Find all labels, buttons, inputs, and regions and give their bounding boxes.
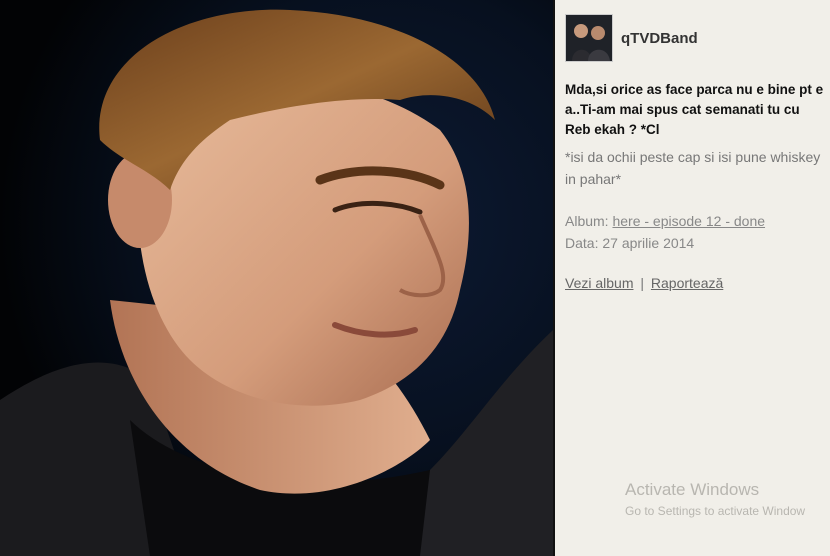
date-row: Data: 27 aprilie 2014 xyxy=(565,232,830,254)
date-value: 27 aprilie 2014 xyxy=(602,235,695,251)
post-photo[interactable] xyxy=(0,0,553,556)
album-row: Album: here - episode 12 - done xyxy=(565,210,830,232)
avatar-image xyxy=(566,15,612,61)
album-label: Album: xyxy=(565,213,609,229)
avatar[interactable] xyxy=(565,14,613,62)
watermark-subtitle: Go to Settings to activate Window xyxy=(625,504,806,518)
post-meta: Album: here - episode 12 - done Data: 27… xyxy=(565,210,830,254)
album-link[interactable]: here - episode 12 - done xyxy=(612,213,765,229)
watermark-title: Activate Windows xyxy=(625,480,760,499)
post-action-text: *isi da ochii peste cap si isi pune whis… xyxy=(565,149,821,187)
date-label: Data: xyxy=(565,235,599,251)
post-caption: Mda,si orice as face parca nu e bine pt … xyxy=(565,82,824,137)
report-link[interactable]: Raportează xyxy=(651,275,723,291)
post-actions: Vezi album | Raportează xyxy=(565,275,723,291)
link-separator: | xyxy=(640,275,645,291)
activation-watermark: Activate Windows Go to Settings to activ… xyxy=(625,480,805,518)
username[interactable]: qTVDBand xyxy=(621,30,698,47)
post-header: qTVDBand xyxy=(565,14,698,62)
screenshot-frame: qTVDBand Mda,si orice as face parca nu e… xyxy=(0,0,830,556)
portrait-illustration xyxy=(0,0,553,556)
post-info-panel: qTVDBand Mda,si orice as face parca nu e… xyxy=(553,0,830,556)
view-album-link[interactable]: Vezi album xyxy=(565,275,633,291)
